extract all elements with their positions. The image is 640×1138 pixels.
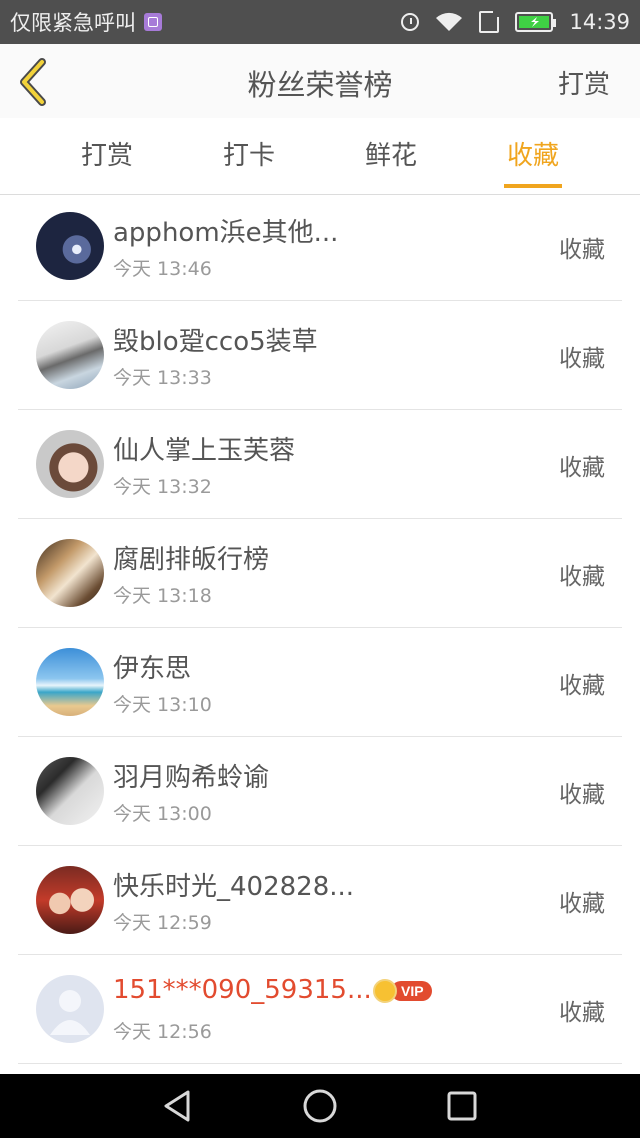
avatar <box>36 975 104 1043</box>
list-item[interactable]: 快乐时光_402828... 今天 12:59 收藏 <box>18 846 622 955</box>
item-time: 今天 13:00 <box>113 803 212 825</box>
item-time: 今天 13:10 <box>113 694 212 716</box>
item-action-label: 收藏 <box>559 564 605 590</box>
list-item[interactable]: 腐剧排皈行榜 今天 13:18 收藏 <box>18 519 622 628</box>
list-item[interactable]: 仙人掌上玉芙蓉 今天 13:32 收藏 <box>18 410 622 519</box>
avatar <box>36 866 104 934</box>
fan-list: apphom浜e其他... 今天 13:46 收藏 毁blo跫cco5装草 今天… <box>18 192 622 1064</box>
nav-back-button[interactable] <box>158 1086 198 1126</box>
user-name: 腐剧排皈行榜 <box>113 545 270 575</box>
tab-reward[interactable]: 打赏 <box>47 118 167 194</box>
item-action-label: 收藏 <box>559 455 605 481</box>
status-time: 14:39 <box>569 10 630 34</box>
item-action-label: 收藏 <box>559 891 605 917</box>
carrier-text: 仅限紧急呼叫 <box>10 11 136 35</box>
page-title: 粉丝荣誉榜 <box>247 68 393 102</box>
user-name: 毁blo跫cco5装草 <box>113 327 318 357</box>
status-left: 仅限紧急呼叫 <box>10 7 162 37</box>
user-name: apphom浜e其他... <box>113 218 339 248</box>
avatar <box>36 757 104 825</box>
list-item[interactable]: 151***090_59315... VIP 今天 12:56 收藏 <box>18 955 622 1064</box>
tab-favorites[interactable]: 收藏 <box>473 118 593 194</box>
item-time: 今天 13:18 <box>113 585 212 607</box>
vip-label: VIP <box>391 981 432 1001</box>
system-nav-bar <box>0 1074 640 1138</box>
item-time: 今天 13:33 <box>113 367 212 389</box>
item-action-label: 收藏 <box>559 237 605 263</box>
user-name: 伊东思 <box>113 654 192 684</box>
list-item[interactable]: 毁blo跫cco5装草 今天 13:33 收藏 <box>18 301 622 410</box>
nav-home-button[interactable] <box>300 1086 340 1126</box>
user-name: 仙人掌上玉芙蓉 <box>113 436 296 466</box>
nav-recents-button[interactable] <box>442 1086 482 1126</box>
item-time: 今天 13:46 <box>113 258 212 280</box>
item-time: 今天 12:56 <box>113 1021 212 1043</box>
title-bar: 粉丝荣誉榜 打赏 <box>0 44 640 119</box>
list-item[interactable]: 伊东思 今天 13:10 收藏 <box>18 628 622 737</box>
battery-icon <box>515 12 557 32</box>
item-action-label: 收藏 <box>559 1000 605 1026</box>
recents-square-icon <box>447 1091 477 1121</box>
crown-icon <box>373 979 397 1003</box>
battery-level <box>519 16 550 28</box>
app-notification-icon <box>144 13 162 31</box>
avatar <box>36 539 104 607</box>
active-tab-indicator <box>504 184 562 188</box>
item-action-label: 收藏 <box>559 782 605 808</box>
status-bar: 仅限紧急呼叫 14:39 <box>0 0 640 44</box>
vip-badge: VIP <box>373 979 432 1003</box>
avatar <box>36 648 104 716</box>
item-action-label: 收藏 <box>559 346 605 372</box>
home-circle-icon <box>303 1089 337 1123</box>
tab-flowers[interactable]: 鲜花 <box>331 118 451 194</box>
item-time: 今天 13:32 <box>113 476 212 498</box>
status-right: 14:39 <box>401 10 630 34</box>
avatar <box>36 430 104 498</box>
list-item[interactable]: 羽月购希蛉谕 今天 13:00 收藏 <box>18 737 622 846</box>
default-avatar-icon <box>50 990 90 1035</box>
item-time: 今天 12:59 <box>113 912 212 934</box>
item-action-label: 收藏 <box>559 673 605 699</box>
sim-icon <box>479 11 500 33</box>
avatar <box>36 212 104 280</box>
alarm-icon <box>401 13 420 31</box>
tab-bar: 打赏 打卡 鲜花 收藏 <box>0 118 640 195</box>
user-name: 快乐时光_402828... <box>113 872 355 902</box>
user-name: 羽月购希蛉谕 <box>113 763 270 793</box>
tab-checkin[interactable]: 打卡 <box>189 118 309 194</box>
reward-button[interactable]: 打赏 <box>558 64 610 101</box>
user-name: 151***090_59315... <box>113 975 372 1005</box>
avatar <box>36 321 104 389</box>
back-triangle-icon <box>164 1090 190 1122</box>
wifi-icon <box>435 12 463 32</box>
list-item[interactable]: apphom浜e其他... 今天 13:46 收藏 <box>18 192 622 301</box>
